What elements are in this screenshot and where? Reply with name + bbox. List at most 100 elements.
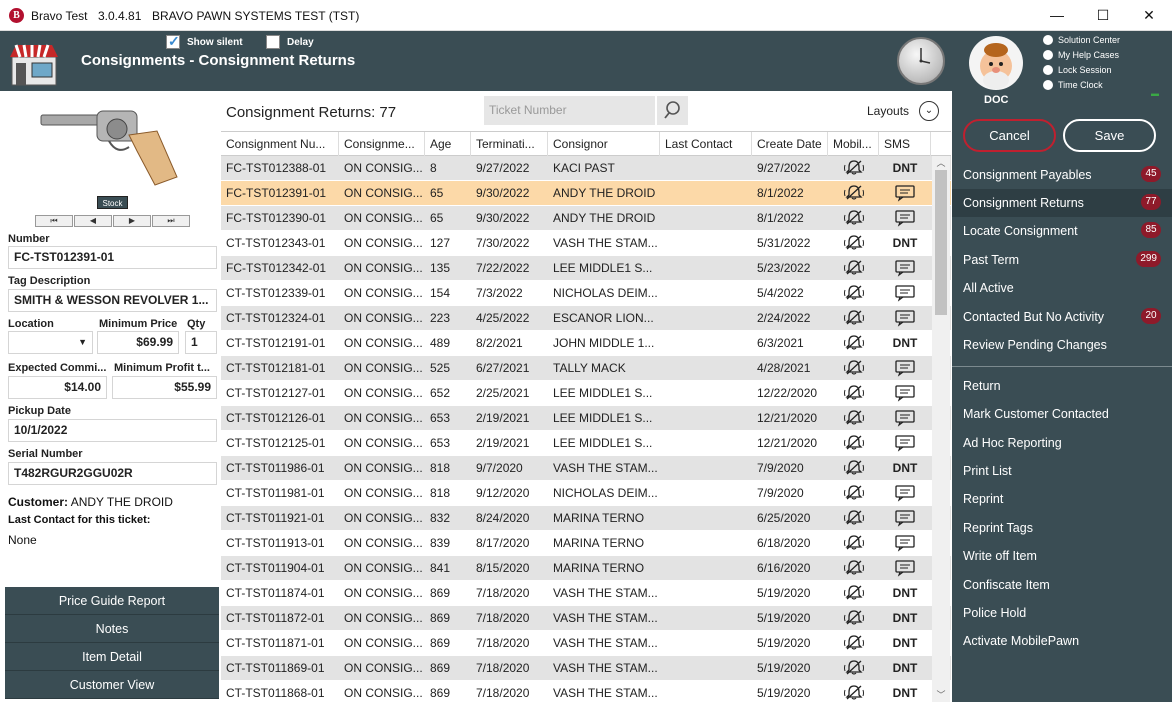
prev-photo-button[interactable]: ◀	[74, 215, 112, 227]
first-photo-button[interactable]: ⏮	[35, 215, 73, 227]
search-button[interactable]	[657, 96, 688, 125]
bell-off-icon[interactable]	[828, 481, 879, 505]
minimum-price-field[interactable]: $69.99	[97, 331, 179, 354]
bell-off-icon[interactable]	[828, 206, 879, 230]
action-reprint[interactable]: Reprint	[952, 485, 1172, 513]
bell-off-icon[interactable]	[828, 431, 879, 455]
bell-off-icon[interactable]	[828, 231, 879, 255]
layouts-label[interactable]: Layouts	[867, 104, 909, 118]
nav-item-all-active[interactable]: All Active	[952, 274, 1172, 302]
nav-item-consignment-returns[interactable]: Consignment Returns 77	[952, 189, 1172, 217]
stock-button[interactable]: Stock	[97, 196, 128, 209]
bell-off-icon[interactable]	[828, 456, 879, 480]
solution-center-link[interactable]: Solution Center	[1043, 35, 1120, 45]
message-icon[interactable]	[879, 431, 931, 455]
table-row[interactable]: FC-TST012342-01 ON CONSIG... 135 7/22/2022 L…	[221, 256, 951, 281]
table-row[interactable]: CT-TST011981-01 ON CONSIG... 818 9/12/2020 N…	[221, 481, 951, 506]
table-row[interactable]: CT-TST012127-01 ON CONSIG... 652 2/25/2021 L…	[221, 381, 951, 406]
avatar[interactable]	[969, 36, 1023, 90]
tag-description-field[interactable]: SMITH & WESSON REVOLVER 1...	[8, 289, 217, 312]
bell-off-icon[interactable]	[828, 531, 879, 555]
message-icon[interactable]	[879, 281, 931, 305]
customer-view-button[interactable]: Customer View	[5, 671, 219, 699]
message-icon[interactable]	[879, 506, 931, 530]
maximize-button[interactable]: ☐	[1080, 0, 1126, 30]
table-row[interactable]: CT-TST011872-01 ON CONSIG... 869 7/18/2020 V…	[221, 606, 951, 631]
action-write-off-item[interactable]: Write off Item	[952, 542, 1172, 570]
message-icon[interactable]	[879, 481, 931, 505]
table-row[interactable]: FC-TST012391-01 ON CONSIG... 65 9/30/2022 AN…	[221, 181, 951, 206]
action-police-hold[interactable]: Police Hold	[952, 599, 1172, 627]
bell-off-icon[interactable]	[828, 156, 879, 180]
message-icon[interactable]	[879, 406, 931, 430]
table-row[interactable]: CT-TST011986-01 ON CONSIG... 818 9/7/2020 VA…	[221, 456, 951, 481]
nav-item-contacted-but-no-activity[interactable]: Contacted But No Activity 20	[952, 303, 1172, 331]
table-row[interactable]: CT-TST012181-01 ON CONSIG... 525 6/27/2021 T…	[221, 356, 951, 381]
bell-off-icon[interactable]	[828, 631, 879, 655]
action-print-list[interactable]: Print List	[952, 457, 1172, 485]
bell-off-icon[interactable]	[828, 256, 879, 280]
qty-field[interactable]: 1	[185, 331, 217, 354]
bell-off-icon[interactable]	[828, 656, 879, 680]
action-return[interactable]: Return	[952, 372, 1172, 400]
item-photo[interactable]	[37, 105, 187, 193]
table-row[interactable]: CT-TST011874-01 ON CONSIG... 869 7/18/2020 V…	[221, 581, 951, 606]
column-header[interactable]: Terminati...	[471, 132, 548, 156]
nav-item-locate-consignment[interactable]: Locate Consignment 85	[952, 217, 1172, 245]
column-header[interactable]: Consignor	[548, 132, 660, 156]
bell-off-icon[interactable]	[828, 281, 879, 305]
clock-icon[interactable]	[897, 37, 945, 85]
lock-session-link[interactable]: Lock Session	[1043, 65, 1112, 75]
bell-off-icon[interactable]	[828, 331, 879, 355]
grid-scrollbar[interactable]: ︿ ﹀	[932, 156, 950, 702]
table-row[interactable]: CT-TST011904-01 ON CONSIG... 841 8/15/2020 M…	[221, 556, 951, 581]
bell-off-icon[interactable]	[828, 181, 879, 205]
pickup-date-field[interactable]: 10/1/2022	[8, 419, 217, 442]
table-row[interactable]: CT-TST012125-01 ON CONSIG... 653 2/19/2021 L…	[221, 431, 951, 456]
minimize-button[interactable]: —	[1034, 0, 1080, 30]
table-row[interactable]: CT-TST011871-01 ON CONSIG... 869 7/18/2020 V…	[221, 631, 951, 656]
bell-off-icon[interactable]	[828, 356, 879, 380]
my-help-cases-link[interactable]: My Help Cases	[1043, 50, 1119, 60]
bell-off-icon[interactable]	[828, 556, 879, 580]
table-row[interactable]: CT-TST012339-01 ON CONSIG... 154 7/3/2022 NI…	[221, 281, 951, 306]
delay-checkbox[interactable]	[266, 35, 280, 49]
price-guide-report-button[interactable]: Price Guide Report	[5, 587, 219, 615]
action-ad-hoc-reporting[interactable]: Ad Hoc Reporting	[952, 429, 1172, 457]
next-photo-button[interactable]: ▶	[113, 215, 151, 227]
bell-off-icon[interactable]	[828, 381, 879, 405]
table-row[interactable]: FC-TST012390-01 ON CONSIG... 65 9/30/2022 AN…	[221, 206, 951, 231]
column-header[interactable]: Age	[425, 132, 471, 156]
minimum-profit-field[interactable]: $55.99	[112, 376, 217, 399]
table-row[interactable]: CT-TST011913-01 ON CONSIG... 839 8/17/2020 M…	[221, 531, 951, 556]
scroll-up-icon[interactable]: ︿	[932, 156, 950, 170]
message-icon[interactable]	[879, 256, 931, 280]
chevron-down-icon[interactable]: ⌄	[919, 101, 939, 121]
scroll-down-icon[interactable]: ﹀	[932, 688, 950, 702]
bell-off-icon[interactable]	[828, 681, 879, 705]
scroll-thumb[interactable]	[935, 170, 947, 315]
close-button[interactable]: ✕	[1126, 0, 1172, 30]
ticket-number-input[interactable]: Ticket Number	[484, 96, 655, 125]
expected-commission-field[interactable]: $14.00	[8, 376, 107, 399]
message-icon[interactable]	[879, 206, 931, 230]
nav-item-past-term[interactable]: Past Term 299	[952, 246, 1172, 274]
action-mark-customer-contacted[interactable]: Mark Customer Contacted	[952, 400, 1172, 428]
show-silent-checkbox[interactable]	[166, 33, 180, 50]
action-reprint-tags[interactable]: Reprint Tags	[952, 514, 1172, 542]
message-icon[interactable]	[879, 556, 931, 580]
nav-item-review-pending-changes[interactable]: Review Pending Changes	[952, 331, 1172, 359]
time-clock-link[interactable]: Time Clock	[1043, 80, 1103, 90]
delay-toggle[interactable]: Delay	[266, 35, 314, 49]
number-field[interactable]: FC-TST012391-01	[8, 246, 217, 269]
table-row[interactable]: CT-TST011869-01 ON CONSIG... 869 7/18/2020 V…	[221, 656, 951, 681]
message-icon[interactable]	[879, 356, 931, 380]
bell-off-icon[interactable]	[828, 306, 879, 330]
nav-item-consignment-payables[interactable]: Consignment Payables 45	[952, 161, 1172, 189]
table-row[interactable]: CT-TST011868-01 ON CONSIG... 869 7/18/2020 V…	[221, 681, 951, 706]
message-icon[interactable]	[879, 181, 931, 205]
column-header[interactable]: Mobil...	[828, 132, 879, 156]
save-button[interactable]: Save	[1063, 119, 1156, 152]
action-activate-mobilepawn[interactable]: Activate MobilePawn	[952, 627, 1172, 655]
message-icon[interactable]	[879, 381, 931, 405]
